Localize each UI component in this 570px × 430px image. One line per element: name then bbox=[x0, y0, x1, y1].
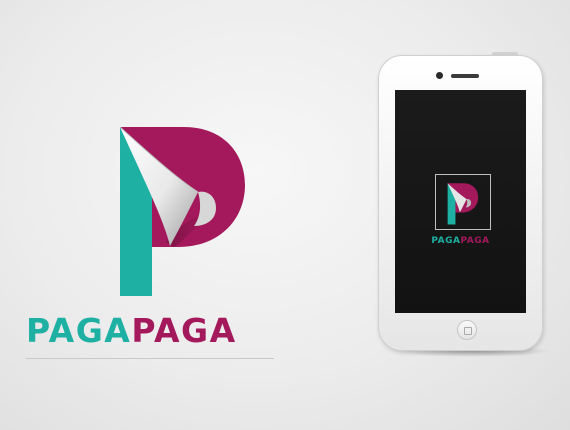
page-curl-p-logo-icon bbox=[119, 126, 245, 296]
wordmark-divider bbox=[26, 358, 274, 359]
phone-home-button bbox=[457, 320, 477, 340]
wordmark-part-magenta: PAGA bbox=[131, 311, 237, 350]
phone-mockup: PAGAPAGA bbox=[378, 55, 543, 351]
phone-camera bbox=[436, 72, 443, 79]
screen-wordmark-part-magenta: PAGA bbox=[460, 236, 490, 246]
logo-block: PAGAPAGA bbox=[22, 122, 282, 372]
screen-page-curl-p-logo-icon bbox=[447, 183, 479, 225]
wordmark-part-teal: PAGA bbox=[26, 311, 132, 350]
brand-wordmark: PAGAPAGA bbox=[26, 311, 276, 350]
screen-brand-wordmark: PAGAPAGA bbox=[395, 236, 526, 246]
phone-screen: PAGAPAGA bbox=[395, 90, 526, 313]
screen-wordmark-part-teal: PAGA bbox=[431, 236, 461, 246]
screen-logo-frame bbox=[435, 174, 491, 230]
phone-speaker bbox=[451, 74, 479, 78]
